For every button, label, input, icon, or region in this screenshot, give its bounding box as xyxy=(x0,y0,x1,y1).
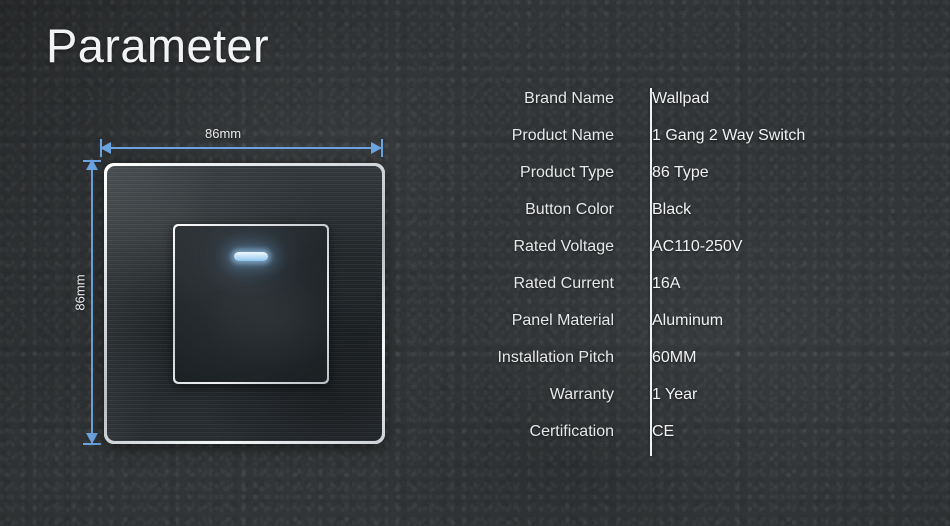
spec-value: 60MM xyxy=(652,349,697,366)
spec-label: Button Color xyxy=(525,201,614,218)
spec-value: AC110-250V xyxy=(652,238,743,255)
table-row: Certification CE xyxy=(470,423,900,460)
table-row: Product Type 86 Type xyxy=(470,164,900,201)
rocker-gloss-highlight xyxy=(175,226,327,382)
spec-value: 16A xyxy=(652,275,681,292)
rocker-button-face xyxy=(175,226,327,382)
spec-value: 1 Year xyxy=(652,386,698,403)
spec-value: 1 Gang 2 Way Switch xyxy=(652,127,806,144)
led-indicator-icon xyxy=(234,252,268,261)
spec-label: Rated Current xyxy=(513,275,615,292)
dimension-width-arrow-right-icon xyxy=(371,142,382,154)
table-row: Installation Pitch 60MM xyxy=(470,349,900,386)
spec-value: CE xyxy=(652,423,675,440)
spec-value: Black xyxy=(652,201,692,218)
product-image-wall-switch xyxy=(104,163,385,444)
table-row: Brand Name Wallpad xyxy=(470,90,900,127)
dimension-height-arrow-up-icon xyxy=(86,159,98,170)
dimension-height-label: 86mm xyxy=(72,274,88,311)
spec-value: Aluminum xyxy=(652,312,724,329)
specification-table: Brand Name Wallpad Product Name 1 Gang 2… xyxy=(470,90,900,460)
product-parameter-banner: Parameter 86mm 86mm Brand Name Wallpad P… xyxy=(0,0,950,526)
table-row: Rated Voltage AC110-250V xyxy=(470,238,900,275)
dimension-width-arrow-left-icon xyxy=(100,142,111,154)
spec-label: Warranty xyxy=(549,386,614,403)
spec-label: Certification xyxy=(529,423,614,440)
table-row: Product Name 1 Gang 2 Way Switch xyxy=(470,127,900,164)
spec-label: Product Name xyxy=(511,127,614,144)
dimension-height-arrow-down-icon xyxy=(86,433,98,444)
dimension-width-label: 86mm xyxy=(205,126,242,141)
table-row: Button Color Black xyxy=(470,201,900,238)
table-row: Panel Material Aluminum xyxy=(470,312,900,349)
page-title: Parameter xyxy=(46,19,270,72)
spec-label: Rated Voltage xyxy=(513,238,614,255)
switch-panel-face xyxy=(107,166,382,441)
switch-outer-bezel xyxy=(104,163,385,444)
table-row: Rated Current 16A xyxy=(470,275,900,312)
spec-label: Brand Name xyxy=(524,90,614,107)
dimension-height-line xyxy=(91,162,93,444)
switch-rocker-button xyxy=(173,224,329,384)
spec-value: 86 Type xyxy=(652,164,709,181)
spec-label: Product Type xyxy=(520,164,614,181)
spec-label: Panel Material xyxy=(511,312,614,329)
spec-value: Wallpad xyxy=(652,90,710,107)
spec-label: Installation Pitch xyxy=(497,349,614,366)
table-row: Warranty 1 Year xyxy=(470,386,900,423)
dimension-width-line xyxy=(103,147,383,149)
